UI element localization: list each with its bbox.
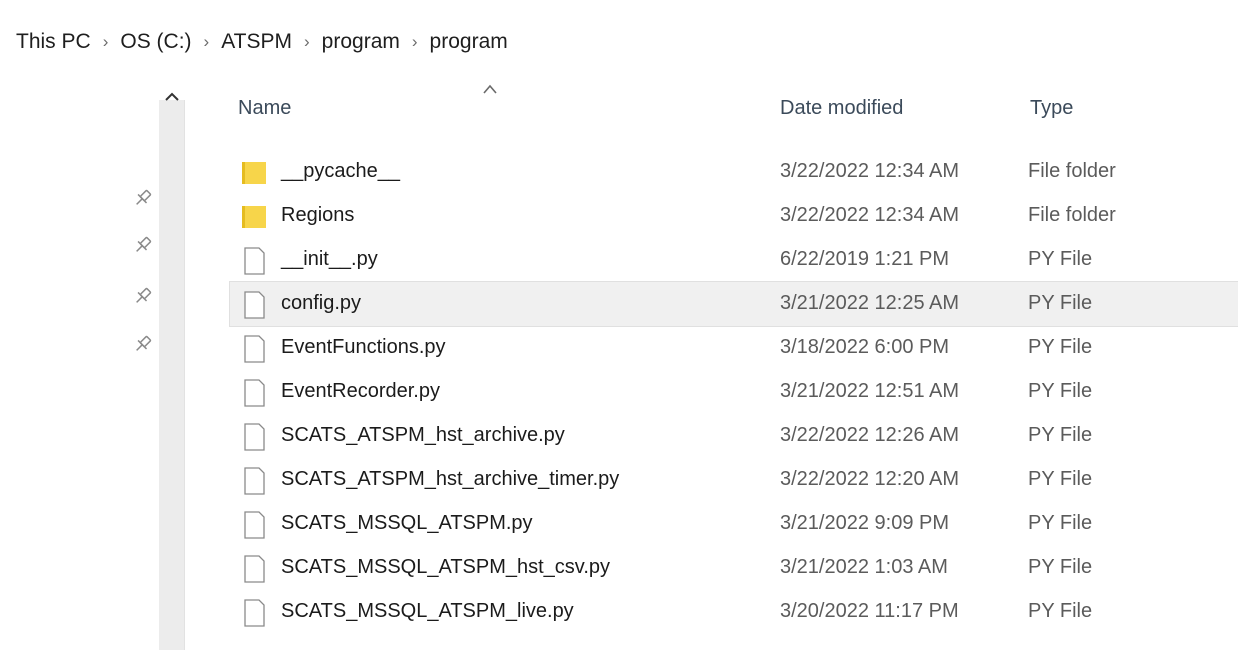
file-name: SCATS_ATSPM_hst_archive.py [281,424,565,446]
file-row[interactable]: Regions 3/22/2022 12:34 AM File folder [230,194,1238,238]
chevron-right-icon[interactable]: › [196,32,218,52]
file-date-modified: 3/22/2022 12:20 AM [780,468,960,490]
file-date-modified: 3/22/2022 12:26 AM [780,424,960,446]
file-date-modified: 3/21/2022 1:03 AM [780,556,948,578]
file-type: PY File [1028,556,1093,578]
file-row[interactable]: SCATS_ATSPM_hst_archive.py 3/22/2022 12:2… [230,414,1238,458]
scroll-up-arrow-icon[interactable] [163,90,181,108]
file-name: __pycache__ [281,160,400,182]
file-icon [240,598,268,628]
pin-icon[interactable] [131,284,155,308]
file-date-modified: 3/21/2022 9:09 PM [780,512,950,534]
file-row[interactable]: SCATS_MSSQL_ATSPM_live.py 3/20/2022 11:17… [230,590,1238,634]
file-row[interactable]: EventFunctions.py 3/18/2022 6:00 PM PY Fil… [230,326,1238,370]
file-name: __init__.py [281,248,378,270]
pin-icon[interactable] [131,186,155,210]
breadcrumb: This PC › OS (C:) › ATSPM › program › pr… [12,22,512,62]
pin-icon[interactable] [131,233,155,257]
navigation-pane-scrollbar[interactable] [159,100,185,650]
chevron-right-icon[interactable]: › [296,32,318,52]
folder-icon [240,202,268,232]
chevron-right-icon[interactable]: › [95,32,117,52]
file-row[interactable]: config.py 3/21/2022 12:25 AM PY File [229,281,1238,327]
file-date-modified: 3/22/2022 12:34 AM [780,160,960,182]
file-name: config.py [281,292,362,314]
file-type: PY File [1028,380,1093,402]
file-row[interactable]: EventRecorder.py 3/21/2022 12:51 AM PY Fil… [230,370,1238,414]
column-header-type[interactable]: Type [1030,97,1073,120]
file-name: SCATS_MSSQL_ATSPM.py [281,512,533,534]
breadcrumb-program-current[interactable]: program [426,30,512,54]
folder-icon [240,158,268,188]
file-type: File folder [1028,160,1116,182]
file-name: SCATS_MSSQL_ATSPM_live.py [281,600,574,622]
breadcrumb-program[interactable]: program [318,30,404,54]
file-type: PY File [1028,468,1093,490]
file-type: PY File [1028,248,1093,270]
breadcrumb-this-pc[interactable]: This PC [12,30,95,54]
file-icon [240,554,268,584]
file-icon [240,334,268,364]
file-icon [240,246,268,276]
file-row[interactable]: __init__.py 6/22/2019 1:21 PM PY File [230,238,1238,282]
file-list: __pycache__ 3/22/2022 12:34 AM File folder… [229,150,1238,634]
chevron-right-icon[interactable]: › [404,32,426,52]
file-type: PY File [1028,600,1093,622]
file-row[interactable]: SCATS_MSSQL_ATSPM_hst_csv.py 3/21/2022 1:… [230,546,1238,590]
file-date-modified: 3/20/2022 11:17 PM [780,600,959,622]
file-name: EventRecorder.py [281,380,440,402]
file-row[interactable]: SCATS_MSSQL_ATSPM.py 3/21/2022 9:09 PM PY … [230,502,1238,546]
file-date-modified: 3/21/2022 12:51 AM [780,380,960,402]
file-row[interactable]: SCATS_ATSPM_hst_archive_timer.py 3/22/202… [230,458,1238,502]
file-date-modified: 3/21/2022 12:25 AM [780,292,960,314]
file-icon [240,510,268,540]
file-date-modified: 6/22/2019 1:21 PM [780,248,950,270]
pin-icon[interactable] [131,332,155,356]
file-type: File folder [1028,204,1116,226]
file-type: PY File [1028,292,1093,314]
sort-ascending-icon [482,82,498,94]
file-date-modified: 3/18/2022 6:00 PM [780,336,950,358]
file-type: PY File [1028,336,1093,358]
file-name: SCATS_ATSPM_hst_archive_timer.py [281,468,620,490]
file-name: SCATS_MSSQL_ATSPM_hst_csv.py [281,556,610,578]
column-header-date-modified[interactable]: Date modified [780,97,903,120]
file-name: Regions [281,204,355,226]
file-date-modified: 3/22/2022 12:34 AM [780,204,960,226]
breadcrumb-atspm[interactable]: ATSPM [217,30,296,54]
file-name: EventFunctions.py [281,336,446,358]
file-icon [240,378,268,408]
file-row[interactable]: __pycache__ 3/22/2022 12:34 AM File folder [230,150,1238,194]
file-icon [240,290,268,320]
file-type: PY File [1028,512,1093,534]
file-icon [240,466,268,496]
file-type: PY File [1028,424,1093,446]
breadcrumb-os-c[interactable]: OS (C:) [116,30,195,54]
file-icon [240,422,268,452]
column-header-name[interactable]: Name [238,97,291,120]
